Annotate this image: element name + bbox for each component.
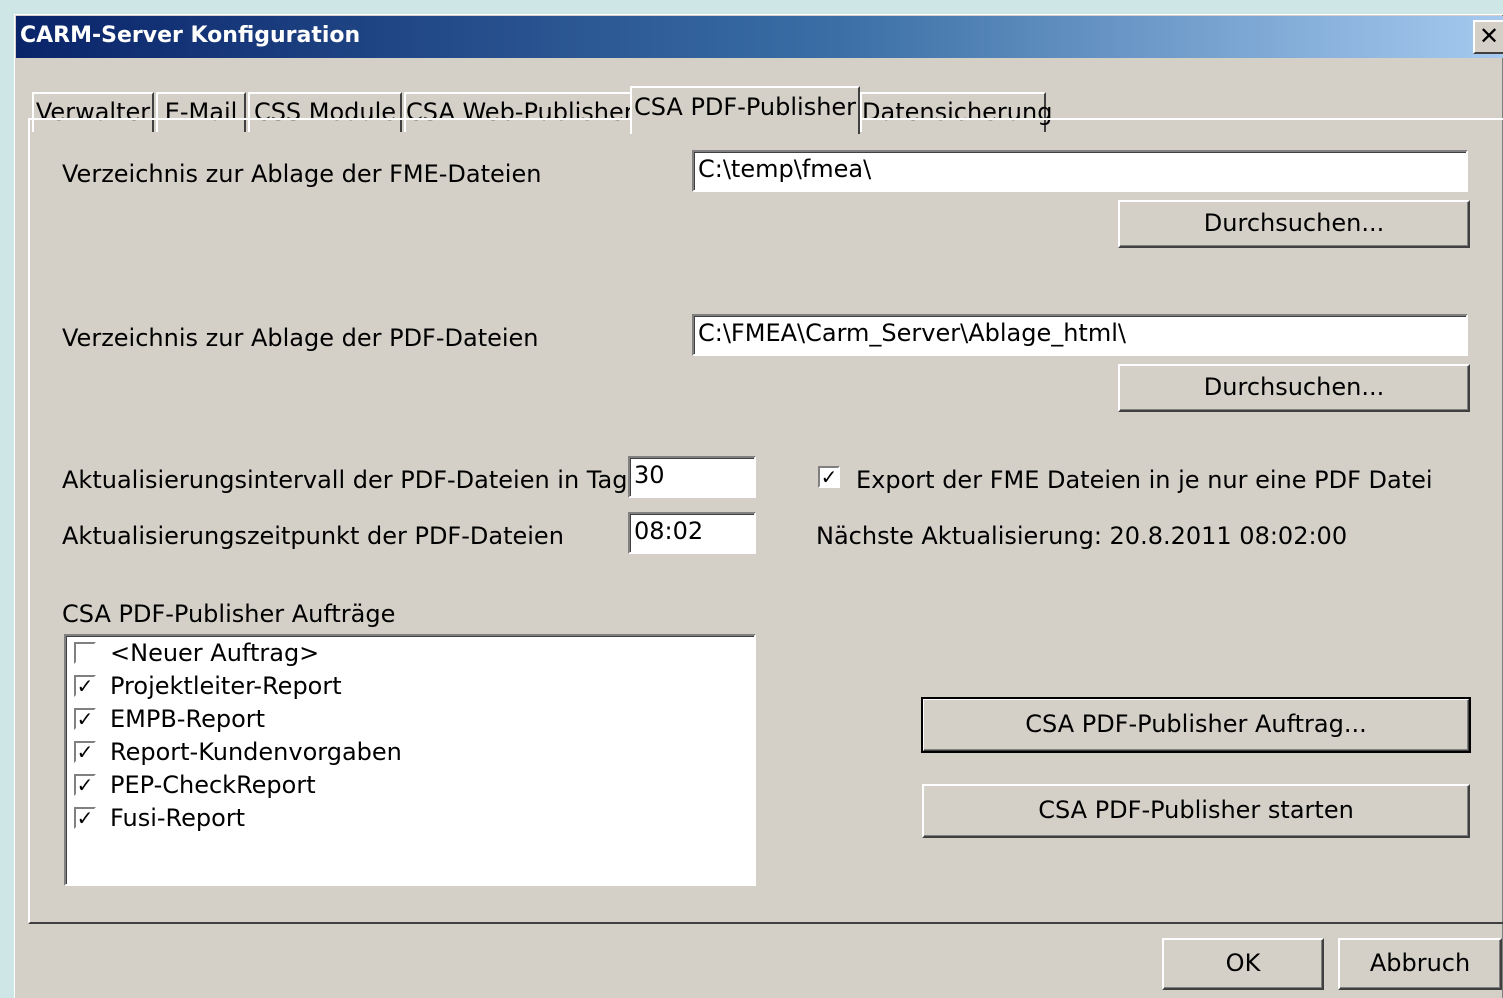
title-bar[interactable]: CARM-Server Konfiguration ✕ (16, 16, 1503, 58)
job-label: <Neuer Auftrag> (110, 639, 320, 667)
next-update-text: Nächste Aktualisierung: 20.8.2011 08:02:… (816, 522, 1348, 550)
close-icon[interactable]: ✕ (1473, 20, 1503, 54)
time-input[interactable]: 08:02 (628, 512, 756, 554)
ok-button[interactable]: OK (1162, 938, 1324, 990)
job-label: Report-Kundenvorgaben (110, 738, 402, 766)
config-dialog: CARM-Server Konfiguration ✕ Verwalter E-… (14, 14, 1503, 998)
jobs-label: CSA PDF-Publisher Aufträge (62, 600, 396, 628)
time-label: Aktualisierungszeitpunkt der PDF-Dateien (62, 522, 564, 550)
cancel-button[interactable]: Abbruch (1338, 938, 1502, 990)
job-checkbox[interactable]: ✓ (74, 774, 96, 796)
publisher-job-button[interactable]: CSA PDF-Publisher Auftrag... (921, 697, 1471, 753)
tab-csa-pdf-publisher[interactable]: CSA PDF-Publisher (630, 86, 860, 134)
pdf-publisher-panel: Verzeichnis zur Ablage der FME-Dateien C… (28, 118, 1503, 924)
job-checkbox[interactable]: ✓ (74, 708, 96, 730)
pdf-browse-button[interactable]: Durchsuchen... (1118, 364, 1470, 412)
job-checkbox[interactable]: ✓ (74, 675, 96, 697)
job-checkbox[interactable] (74, 642, 96, 664)
export-single-checkbox[interactable]: ✓ (818, 466, 840, 488)
job-label: PEP-CheckReport (110, 771, 316, 799)
fme-browse-button[interactable]: Durchsuchen... (1118, 200, 1470, 248)
job-checkbox[interactable]: ✓ (74, 741, 96, 763)
fme-dir-label: Verzeichnis zur Ablage der FME-Dateien (62, 160, 542, 188)
job-label: Projektleiter-Report (110, 672, 342, 700)
job-label: Fusi-Report (110, 804, 246, 832)
pdf-dir-label: Verzeichnis zur Ablage der PDF-Dateien (62, 324, 539, 352)
job-label: EMPB-Report (110, 705, 266, 733)
jobs-listbox[interactable]: <Neuer Auftrag> ✓ Projektleiter-Report ✓… (64, 634, 756, 886)
interval-label: Aktualisierungsintervall der PDF-Dateien… (62, 466, 658, 494)
publisher-start-button[interactable]: CSA PDF-Publisher starten (922, 784, 1470, 838)
export-single-label[interactable]: Export der FME Dateien in je nur eine PD… (856, 466, 1433, 494)
job-checkbox[interactable]: ✓ (74, 807, 96, 829)
interval-input[interactable]: 30 (628, 456, 756, 498)
fme-dir-input[interactable]: C:\temp\fmea\ (692, 150, 1468, 192)
window-title: CARM-Server Konfiguration (20, 23, 361, 48)
pdf-dir-input[interactable]: C:\FMEA\Carm_Server\Ablage_html\ (692, 314, 1468, 356)
